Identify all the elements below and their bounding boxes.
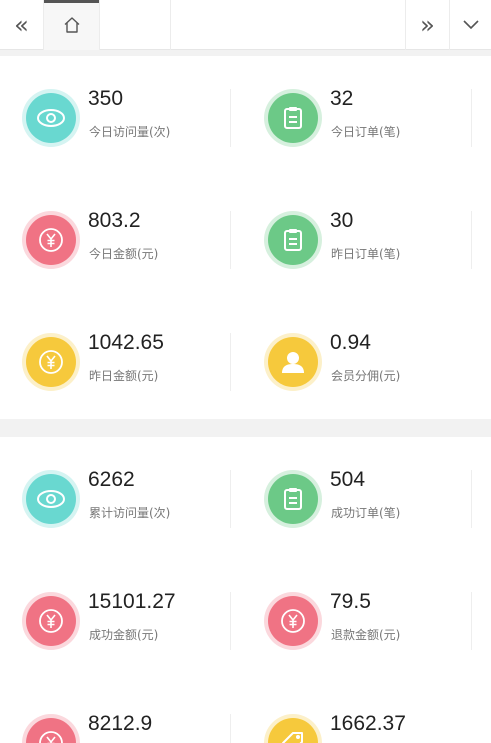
clipboard-icon: [268, 215, 318, 265]
tag-icon: [268, 718, 318, 743]
divider: [230, 333, 231, 391]
divider: [230, 592, 231, 650]
stat-label: 今日订单(笔): [331, 125, 401, 139]
divider: [471, 470, 472, 528]
clipboard-icon: [268, 474, 318, 524]
divider: [230, 89, 231, 147]
divider: [230, 211, 231, 269]
divider: [230, 714, 231, 743]
stat-label: 会员分佣(元): [331, 369, 401, 383]
stat-value: 8212.9: [88, 712, 153, 735]
stat-value: 1042.65: [88, 331, 164, 354]
stat-label: 累计访问量(次): [89, 506, 171, 520]
double-chevron-left-icon: «: [14, 11, 29, 39]
stat-value: 30: [330, 209, 354, 232]
stat-value: 504: [330, 468, 366, 491]
tab-home[interactable]: [44, 0, 100, 50]
yen-icon: [26, 337, 76, 387]
divider: [230, 470, 231, 528]
stat-label: 成功金额(元): [89, 628, 159, 642]
divider: [471, 89, 472, 147]
stat-label: 今日金额(元): [89, 247, 159, 261]
home-icon: [64, 17, 79, 33]
yen-icon: [268, 596, 318, 646]
double-chevron-right-icon: »: [420, 11, 435, 39]
stat-value: 79.5: [330, 590, 371, 613]
stat-value: 0.94: [330, 331, 371, 354]
stat-value: 1662.37: [330, 712, 406, 735]
eye-icon: [26, 93, 76, 143]
cumulative-stats-panel: 6262 累计访问量(次) 504 成功订单(笔) 15101.27 成功金额(…: [0, 437, 491, 743]
stat-value: 6262: [88, 468, 135, 491]
yen-icon: [26, 718, 76, 743]
stat-label: 退款金额(元): [331, 628, 401, 642]
stat-value: 803.2: [88, 209, 141, 232]
yen-icon: [26, 215, 76, 265]
tab-divider: [170, 0, 171, 50]
scroll-left-button[interactable]: «: [0, 0, 44, 50]
stat-value: 15101.27: [88, 590, 176, 613]
stat-value: 350: [88, 87, 124, 110]
divider: [471, 592, 472, 650]
stat-label: 成功订单(笔): [331, 506, 401, 520]
stat-value: 32: [330, 87, 354, 110]
top-tab-bar: « »: [0, 0, 491, 50]
eye-icon: [26, 474, 76, 524]
clipboard-icon: [268, 93, 318, 143]
stat-label: 昨日金额(元): [89, 369, 159, 383]
today-stats-panel: 350 今日访问量(次) 32 今日订单(笔) 803.2 今日金额(元) 30…: [0, 56, 491, 419]
stat-label: 今日访问量(次): [89, 125, 171, 139]
scroll-right-button[interactable]: »: [405, 0, 449, 50]
stat-label: 昨日订单(笔): [331, 247, 401, 261]
yen-icon: [26, 596, 76, 646]
user-icon: [268, 337, 318, 387]
divider: [471, 211, 472, 269]
tab-menu-button[interactable]: [449, 0, 491, 50]
chevron-down-icon: [462, 20, 479, 30]
